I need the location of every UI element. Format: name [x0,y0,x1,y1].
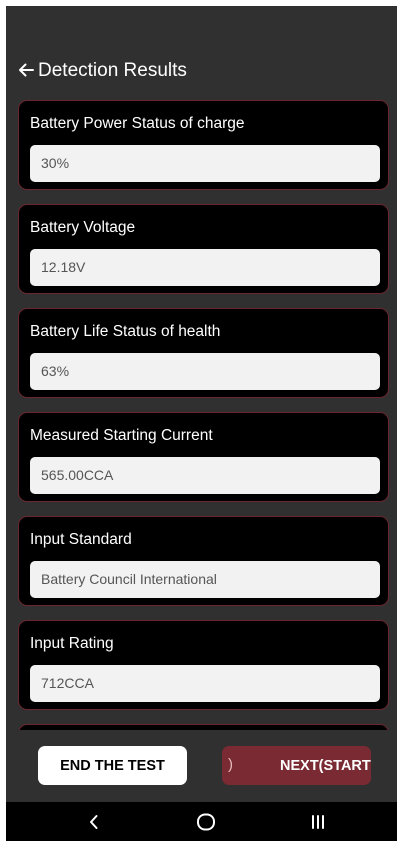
value-field: 12.18V [30,249,380,286]
app-screen: Detection Results Battery Power Status o… [6,6,397,841]
value-field: Battery Council International [30,561,380,598]
value-field: 712CCA [30,665,380,702]
top-app-bar: Detection Results [6,52,397,88]
card-label: Measured Starting Current [30,427,213,444]
nav-recents-button[interactable] [298,802,338,841]
end-test-button[interactable]: END THE TEST [38,746,187,785]
next-button-prefix: ) [228,756,233,773]
action-bar: END THE TEST ) NEXT(START [6,730,397,802]
arrow-left-icon [19,63,34,77]
value-field: 565.00CCA [30,457,380,494]
next-start-button[interactable]: ) NEXT(START [222,746,371,785]
result-card-input-standard: Input Standard Battery Council Internati… [18,516,389,606]
result-card-voltage: Battery Voltage 12.18V [18,204,389,294]
result-card-starting-current: Measured Starting Current 565.00CCA [18,412,389,502]
value-field: 63% [30,353,380,390]
card-label: Input Standard [30,531,132,548]
card-label: Battery Voltage [30,219,136,236]
card-label: Battery Life Status of health [30,323,221,340]
result-card-input-rating: Input Rating 712CCA [18,620,389,710]
home-icon [197,813,215,830]
back-button[interactable] [15,58,37,82]
chevron-left-icon [90,814,98,829]
page-title: Detection Results [38,60,187,81]
result-card-state-of-health: Battery Life Status of health 63% [18,308,389,398]
system-navigation-bar [6,802,397,841]
value-field: 30% [30,145,380,182]
card-label: Battery Power Status of charge [30,115,245,132]
nav-back-button[interactable] [74,802,114,841]
recent-apps-icon [312,814,324,829]
nav-home-button[interactable] [186,802,226,841]
result-card-state-of-charge: Battery Power Status of charge 30% [18,100,389,190]
results-list[interactable]: Battery Power Status of charge 30% Batte… [18,100,391,730]
card-label: Input Rating [30,635,114,652]
next-button-label: NEXT(START [280,758,371,774]
